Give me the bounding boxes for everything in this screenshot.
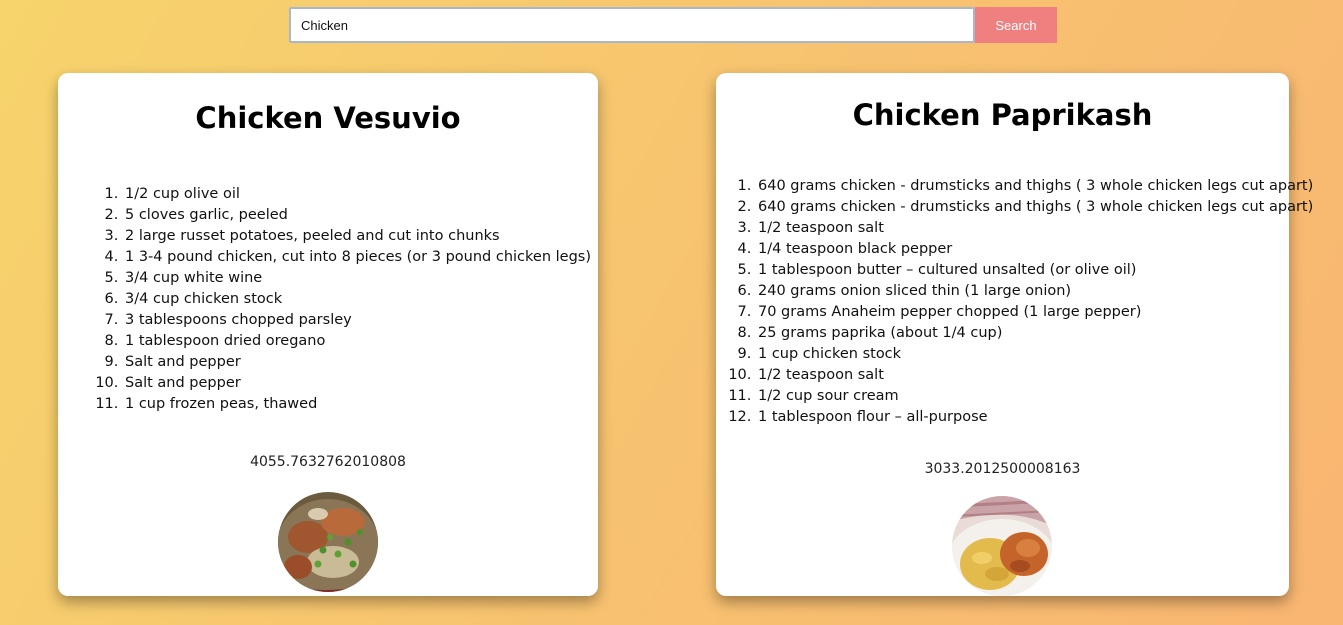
ingredient-item: 3/4 cup white wine (123, 268, 596, 289)
chicken-paprikash-photo (952, 496, 1052, 596)
ingredient-item: 70 grams Anaheim pepper chopped (1 large… (756, 302, 1289, 323)
ingredient-item: 1 cup chicken stock (756, 344, 1289, 365)
recipe-card: Chicken Paprikash 640 grams chicken - dr… (716, 73, 1313, 596)
chicken-vesuvio-photo (278, 492, 378, 592)
recipe-image (278, 492, 378, 592)
ingredient-item: 1 tablespoon flour – all-purpose (756, 407, 1289, 428)
recipe-title: Chicken Paprikash (852, 98, 1153, 132)
ingredient-item: 3/4 cup chicken stock (123, 289, 596, 310)
ingredient-item: 1/2 cup olive oil (123, 184, 596, 205)
ingredient-item: 240 grams onion sliced thin (1 large oni… (756, 281, 1289, 302)
recipe-image (952, 496, 1052, 596)
ingredient-item: 25 grams paprika (about 1/4 cup) (756, 323, 1289, 344)
ingredient-item: 1 3-4 pound chicken, cut into 8 pieces (… (123, 247, 596, 268)
ingredient-item: 1/4 teaspoon black pepper (756, 239, 1289, 260)
search-bar: Search (289, 7, 1057, 43)
calories-value: 4055.7632762010808 (250, 454, 406, 470)
ingredient-item: 1/2 teaspoon salt (756, 218, 1289, 239)
ingredient-list: 1/2 cup olive oil 5 cloves garlic, peele… (81, 184, 596, 415)
ingredient-item: 1/2 teaspoon salt (756, 365, 1289, 386)
ingredient-item: 1/2 cup sour cream (756, 386, 1289, 407)
ingredient-item: Salt and pepper (123, 373, 596, 394)
ingredient-item: Salt and pepper (123, 352, 596, 373)
ingredient-item: 5 cloves garlic, peeled (123, 205, 596, 226)
ingredient-item: 640 grams chicken - drumsticks and thigh… (756, 197, 1313, 218)
search-input[interactable] (289, 7, 975, 43)
search-button[interactable]: Search (975, 7, 1057, 43)
ingredient-item: 2 large russet potatoes, peeled and cut … (123, 226, 596, 247)
ingredient-item: 1 cup frozen peas, thawed (123, 394, 596, 415)
recipe-title: Chicken Vesuvio (195, 101, 461, 135)
calories-value: 3033.2012500008163 (924, 461, 1081, 477)
ingredient-item: 640 grams chicken - drumsticks and thigh… (756, 176, 1313, 197)
recipe-card: Chicken Vesuvio 1/2 cup olive oil 5 clov… (58, 73, 598, 596)
ingredient-item: 1 tablespoon dried oregano (123, 331, 596, 352)
ingredient-item: 1 tablespoon butter – cultured unsalted … (756, 260, 1289, 281)
ingredient-item: 3 tablespoons chopped parsley (123, 310, 596, 331)
ingredient-list: 640 grams chicken - drumsticks and thigh… (716, 176, 1313, 428)
